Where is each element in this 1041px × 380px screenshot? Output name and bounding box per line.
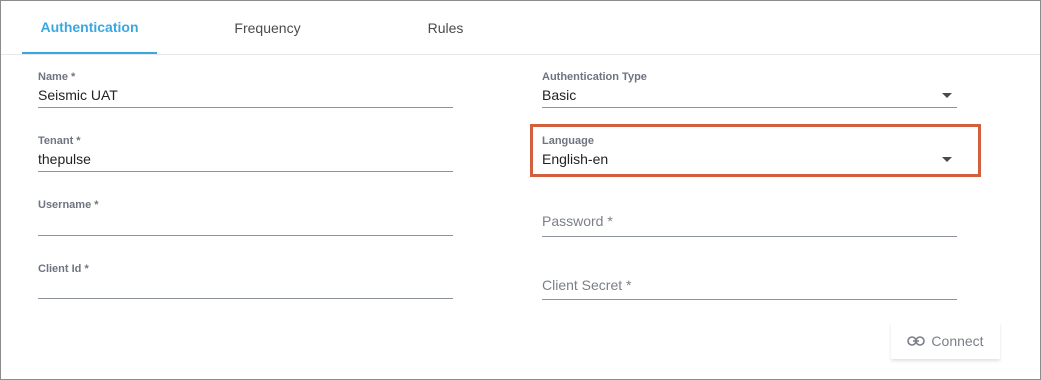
client-id-label: Client Id *: [38, 263, 89, 275]
authentication-type-underline: [542, 107, 957, 108]
name-label: Name *: [38, 71, 76, 83]
tenant-underline: [38, 171, 453, 172]
tenant-label: Tenant *: [38, 135, 81, 147]
connect-button[interactable]: Connect: [891, 323, 1000, 359]
authentication-type-select[interactable]: Authentication Type Basic: [542, 71, 957, 109]
name-underline: [38, 107, 453, 108]
client-id-underline: [38, 298, 453, 299]
client-secret-placeholder: Client Secret *: [542, 277, 632, 293]
connector-settings-panel: Authentication Frequency Rules Name * Se…: [0, 0, 1041, 380]
tab-authentication[interactable]: Authentication: [22, 1, 157, 54]
client-id-field[interactable]: Client Id *: [38, 263, 453, 301]
language-highlight-box: [530, 124, 981, 177]
tab-frequency[interactable]: Frequency: [200, 1, 335, 54]
name-value[interactable]: Seismic UAT: [38, 87, 118, 103]
username-label: Username *: [38, 199, 99, 211]
password-placeholder: Password *: [542, 213, 613, 229]
password-underline: [542, 236, 957, 237]
client-secret-underline: [542, 299, 957, 300]
username-underline: [38, 235, 453, 236]
password-field[interactable]: Password *: [542, 213, 957, 237]
tenant-field[interactable]: Tenant * thepulse: [38, 135, 453, 173]
tab-bar: Authentication Frequency Rules: [1, 1, 1040, 55]
chevron-down-icon[interactable]: [942, 93, 952, 98]
tenant-value[interactable]: thepulse: [38, 151, 91, 167]
client-secret-field[interactable]: Client Secret *: [542, 277, 957, 301]
link-icon: [907, 336, 926, 346]
tab-rules[interactable]: Rules: [378, 1, 513, 54]
authentication-type-label: Authentication Type: [542, 71, 647, 83]
username-field[interactable]: Username *: [38, 199, 453, 237]
authentication-type-value[interactable]: Basic: [542, 87, 576, 103]
connect-button-label: Connect: [931, 333, 984, 349]
name-field[interactable]: Name * Seismic UAT: [38, 71, 453, 109]
